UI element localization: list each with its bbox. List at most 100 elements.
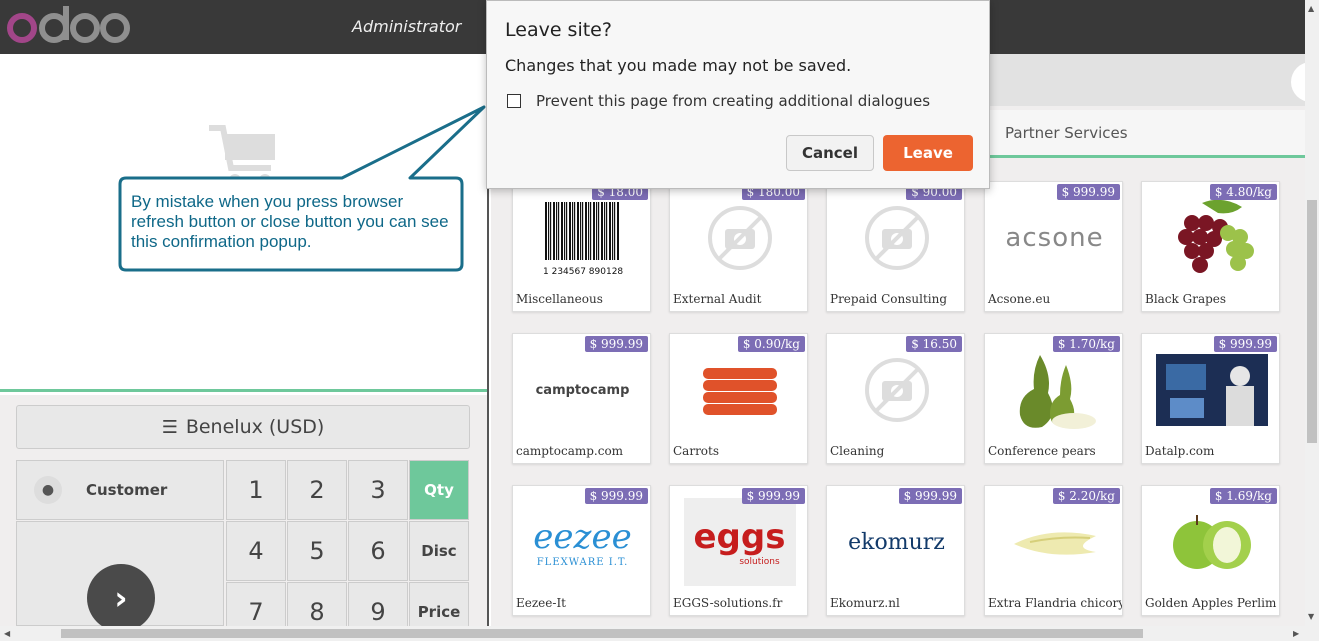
order-pane: ☰ Benelux (USD) ● Customer › 1 2 3 Qty 4…: [0, 54, 489, 641]
leave-button[interactable]: Leave: [883, 135, 973, 171]
customer-button[interactable]: ● Customer: [16, 460, 224, 520]
product-name: External Audit: [673, 292, 762, 306]
product-card[interactable]: $ 2.20/kg Extra Flandria chicory: [984, 485, 1123, 616]
dialog-title: Leave site?: [505, 19, 612, 41]
scroll-right-icon[interactable]: ▶: [1293, 629, 1299, 638]
eezee-logo: eezee: [533, 516, 632, 557]
dialog-message: Changes that you made may not be saved.: [505, 56, 852, 75]
price-tag: $ 1.69/kg: [1209, 488, 1277, 504]
product-image: [985, 498, 1122, 586]
camptocamp-logo: camptocamp: [535, 382, 630, 398]
vertical-scrollbar[interactable]: ▲ ▼: [1305, 0, 1319, 626]
product-card[interactable]: $ 0.90/kg Carrots: [669, 333, 808, 464]
scroll-up-icon[interactable]: ▲: [1308, 4, 1314, 13]
product-name: Carrots: [673, 444, 720, 458]
numpad-key-1[interactable]: 1: [226, 460, 286, 520]
vertical-scroll-thumb[interactable]: [1307, 200, 1317, 443]
numpad-key-3[interactable]: 3: [348, 460, 408, 520]
product-name: EGGS-solutions.fr: [673, 596, 783, 610]
product-card[interactable]: eezee FLEXWARE I.T. $ 999.99 Eezee-It: [512, 485, 651, 616]
control-panel: ☰ Benelux (USD) ● Customer › 1 2 3 Qty 4…: [0, 395, 487, 641]
horizontal-scroll-thumb[interactable]: [61, 629, 1143, 638]
price-tag: $ 4.80/kg: [1209, 184, 1277, 200]
product-card[interactable]: ekomurz $ 999.99 Ekomurz.nl: [826, 485, 965, 616]
product-image: camptocamp: [513, 346, 650, 434]
leave-site-dialog: Leave site? Changes that you made may no…: [486, 0, 990, 189]
scroll-left-icon[interactable]: ◀: [4, 629, 10, 638]
barcode-digits: 1 234567 890128 >: [543, 267, 623, 277]
product-card[interactable]: $ 90.00 Prepaid Consulting: [826, 181, 965, 312]
price-tag: $ 999.99: [584, 336, 648, 352]
product-card[interactable]: acsone $ 999.99 Acsone.eu: [984, 181, 1123, 312]
product-name: Miscellaneous: [516, 292, 603, 306]
product-name: Acsone.eu: [988, 292, 1051, 306]
product-name: Datalp.com: [1145, 444, 1215, 458]
cancel-button[interactable]: Cancel: [786, 135, 874, 171]
numpad-key-2[interactable]: 2: [287, 460, 347, 520]
price-tag: $ 999.99: [1213, 336, 1277, 352]
numpad-key-5[interactable]: 5: [287, 521, 347, 581]
user-name[interactable]: Administrator: [352, 17, 461, 36]
list-icon: ☰: [161, 416, 178, 438]
product-image: acsone: [985, 194, 1122, 282]
product-image: [670, 194, 807, 282]
price-tag: $ 999.99: [741, 488, 805, 504]
product-image: [1142, 498, 1279, 586]
product-image: eggs solutions: [670, 498, 807, 586]
product-name: Extra Flandria chicory: [988, 596, 1123, 610]
price-tag: $ 999.99: [898, 488, 962, 504]
product-image: [827, 194, 964, 282]
numpad-key-6[interactable]: 6: [348, 521, 408, 581]
product-image: ekomurz: [827, 498, 964, 586]
price-tag: $ 16.50: [906, 336, 962, 352]
user-icon: ●: [34, 476, 62, 504]
product-card[interactable]: $ 4.80/kg Black Grapes: [1141, 181, 1280, 312]
price-tag: $ 1.70/kg: [1052, 336, 1120, 352]
odoo-logo: [7, 6, 130, 43]
product-name: Eezee-It: [516, 596, 567, 610]
product-card[interactable]: $ 180.00 External Audit: [669, 181, 808, 312]
mode-disc-button[interactable]: Disc: [409, 521, 469, 581]
pricelist-button[interactable]: ☰ Benelux (USD): [16, 405, 470, 449]
payment-area: ›: [16, 521, 224, 632]
eggs-logo: eggs: [693, 517, 786, 557]
price-tag: $ 999.99: [584, 488, 648, 504]
product-name: camptocamp.com: [516, 444, 624, 458]
payment-button[interactable]: ›: [87, 564, 155, 632]
pricelist-label: Benelux (USD): [185, 416, 325, 438]
product-image: eezee FLEXWARE I.T.: [513, 498, 650, 586]
product-image: [985, 346, 1122, 434]
product-card[interactable]: camptocamp $ 999.99 camptocamp.com: [512, 333, 651, 464]
cart-icon: [209, 125, 275, 186]
product-card[interactable]: $ 999.99 Datalp.com: [1141, 333, 1280, 464]
product-card[interactable]: $ 1.70/kg Conference pears: [984, 333, 1123, 464]
product-card[interactable]: 1 234567 890128 >$ 18.00Miscellaneous: [512, 181, 651, 312]
product-image: 1 234567 890128 >: [513, 194, 650, 282]
price-tag: $ 999.99: [1056, 184, 1120, 200]
product-image: [1142, 346, 1279, 434]
product-name: Cleaning: [830, 444, 885, 458]
mode-qty-button[interactable]: Qty: [409, 460, 469, 520]
product-image: [827, 346, 964, 434]
customer-label: Customer: [86, 481, 168, 499]
product-name: Ekomurz.nl: [830, 596, 900, 610]
product-image: [1142, 194, 1279, 282]
product-name: Black Grapes: [1145, 292, 1227, 306]
product-card[interactable]: eggs solutions $ 999.99 EGGS-solutions.fr: [669, 485, 808, 616]
price-tag: $ 2.20/kg: [1052, 488, 1120, 504]
prevent-dialogs-checkbox[interactable]: [507, 94, 521, 108]
numpad-key-4[interactable]: 4: [226, 521, 286, 581]
horizontal-scrollbar[interactable]: ◀ ▶: [0, 626, 1319, 641]
product-grid: 1 234567 890128 >$ 18.00Miscellaneous$ 1…: [491, 181, 1305, 626]
eezee-subtitle: FLEXWARE I.T.: [536, 556, 629, 568]
prevent-dialogs-label[interactable]: Prevent this page from creating addition…: [536, 92, 930, 110]
product-card[interactable]: $ 16.50 Cleaning: [826, 333, 965, 464]
scroll-down-icon[interactable]: ▼: [1308, 612, 1314, 621]
eggs-subtitle: solutions: [739, 557, 780, 567]
callout-text: By mistake when you press browser refres…: [131, 192, 449, 251]
product-card[interactable]: $ 1.69/kg Golden Apples Perlim: [1141, 485, 1280, 616]
pos-screen: Administrator ☰ Benelux (USD) ● Customer…: [0, 0, 1319, 641]
product-name: Golden Apples Perlim: [1145, 596, 1277, 610]
category-partner-services[interactable]: Partner Services: [1005, 124, 1128, 142]
price-tag: $ 0.90/kg: [737, 336, 805, 352]
